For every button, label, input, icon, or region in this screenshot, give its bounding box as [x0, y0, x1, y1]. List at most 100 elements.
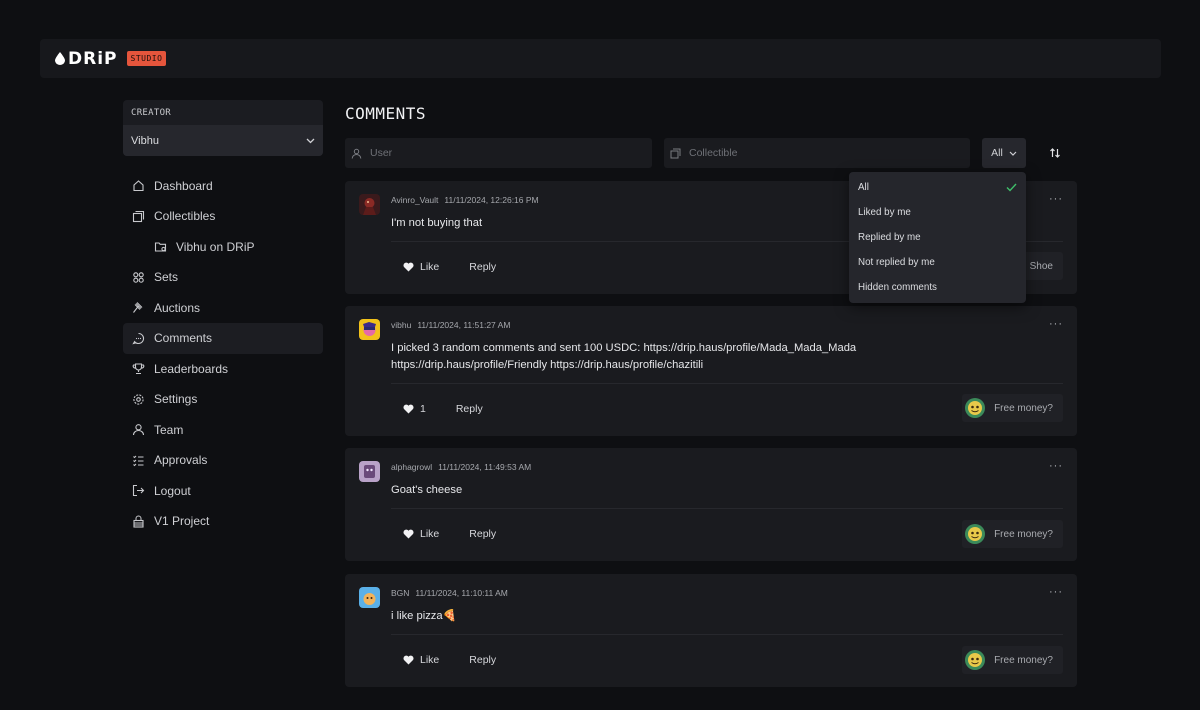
comment-meta: BGN 11/11/2024, 11:10:11 AM: [391, 588, 508, 598]
sidebar-item-label: Settings: [154, 392, 198, 406]
chevron-down-icon: [306, 138, 315, 143]
option-label: Hidden comments: [858, 282, 937, 293]
comment-username[interactable]: Avinro_Vault: [391, 195, 438, 205]
reply-button[interactable]: Reply: [469, 654, 496, 666]
sidebar-item-leaderboards[interactable]: Leaderboards: [123, 353, 323, 384]
like-button[interactable]: Like: [403, 654, 439, 666]
sidebar-item-vibhu-on-drip[interactable]: Vibhu on DRiP: [123, 231, 323, 262]
option-label: Liked by me: [858, 207, 911, 218]
sort-icon: [1050, 148, 1060, 158]
avatar[interactable]: [359, 461, 380, 482]
collectible-name: Shoe: [1029, 260, 1053, 272]
heart-icon: [403, 262, 414, 272]
filter-option-all[interactable]: All: [849, 175, 1026, 200]
avatar[interactable]: [359, 319, 380, 340]
sidebar-item-comments[interactable]: Comments: [123, 322, 323, 354]
filter-option-not-replied-by-me[interactable]: Not replied by me: [849, 250, 1026, 275]
sidebar-item-label: Leaderboards: [154, 361, 229, 376]
like-button[interactable]: Like: [403, 261, 439, 273]
filter-option-liked-by-me[interactable]: Liked by me: [849, 200, 1026, 225]
collectible-name: Free money?: [994, 528, 1053, 540]
collectible-chip[interactable]: Shoe: [1019, 252, 1063, 280]
sidebar-item-approvals[interactable]: Approvals: [123, 445, 323, 476]
gavel-icon: [132, 301, 145, 314]
more-options-button[interactable]: ···: [1049, 586, 1063, 598]
more-options-button[interactable]: ···: [1049, 460, 1063, 472]
comment-timestamp: 11/11/2024, 11:51:27 AM: [417, 320, 511, 330]
collectible-search-placeholder: Collectible: [689, 147, 738, 159]
filter-dropdown-menu: All Liked by me Replied by me Not replie…: [849, 172, 1026, 303]
collectible-chip[interactable]: Free money?: [962, 646, 1063, 674]
comment-text: i like pizza🍕: [391, 610, 457, 622]
sidebar-item-sets[interactable]: Sets: [123, 262, 323, 293]
sort-button[interactable]: [1046, 144, 1064, 162]
filter-select[interactable]: All: [982, 138, 1026, 168]
option-label: Replied by me: [858, 232, 921, 243]
avatar[interactable]: [359, 587, 380, 608]
collectible-name: Free money?: [994, 654, 1053, 666]
collectible-thumbnail: [965, 398, 986, 418]
comment-card: vibhu 11/11/2024, 11:51:27 AM ··· I picke…: [345, 306, 1077, 436]
like-button[interactable]: 1: [403, 403, 426, 415]
drip-logo[interactable]: DRiP: [55, 49, 118, 69]
creator-dropdown[interactable]: Vibhu: [123, 125, 323, 156]
comment-username[interactable]: alphagrowl: [391, 462, 432, 472]
logo-text: DRiP: [68, 48, 118, 69]
comment-icon: [132, 332, 145, 345]
collectible-chip[interactable]: Free money?: [962, 520, 1063, 548]
filter-option-replied-by-me[interactable]: Replied by me: [849, 225, 1026, 250]
like-button[interactable]: Like: [403, 528, 439, 540]
sidebar-item-team[interactable]: Team: [123, 414, 323, 445]
comment-text: I picked 3 random comments and sent 100 …: [391, 342, 857, 371]
avatar[interactable]: [359, 194, 380, 215]
collectibles-icon: [132, 210, 145, 223]
more-options-button[interactable]: ···: [1049, 318, 1063, 330]
sidebar-item-label: Team: [154, 422, 184, 437]
collectible-name: Free money?: [994, 402, 1053, 414]
collectible-chip[interactable]: Free money?: [962, 394, 1063, 422]
user-search-placeholder: User: [370, 147, 393, 159]
heart-icon: [403, 404, 414, 414]
comment-actions: Like Reply: [403, 528, 496, 540]
sidebar-item-label: Logout: [154, 483, 191, 498]
lock-icon: [132, 515, 145, 528]
sidebar-item-label: Auctions: [154, 300, 201, 315]
sidebar-item-v1-project[interactable]: V1 Project: [123, 506, 323, 537]
page-title: COMMENTS: [345, 104, 427, 123]
heart-icon: [403, 655, 414, 665]
comment-timestamp: 11/11/2024, 11:10:11 AM: [415, 588, 508, 598]
comment-username[interactable]: vibhu: [391, 320, 411, 330]
like-label: Like: [420, 261, 440, 273]
checklist-icon: [132, 454, 145, 467]
user-icon: [351, 148, 362, 159]
user-search-input[interactable]: User: [345, 138, 652, 168]
sidebar-item-collectibles[interactable]: Collectibles: [123, 201, 323, 232]
sidebar-item-auctions[interactable]: Auctions: [123, 292, 323, 323]
creator-selector: CREATOR Vibhu: [123, 100, 323, 156]
comment-actions: 1 Reply: [403, 403, 483, 415]
collectibles-icon: [670, 148, 681, 158]
comment-username[interactable]: BGN: [391, 588, 409, 598]
reply-button[interactable]: Reply: [469, 261, 496, 273]
filter-value: All: [991, 147, 1003, 159]
more-options-button[interactable]: ···: [1049, 193, 1063, 205]
sidebar-item-logout[interactable]: Logout: [123, 475, 323, 506]
collectible-search-input[interactable]: Collectible: [664, 138, 970, 168]
reply-button[interactable]: Reply: [456, 403, 483, 415]
user-icon: [132, 423, 145, 436]
collectible-thumbnail: [965, 524, 986, 544]
top-bar: DRiP STUDIO: [40, 39, 1161, 78]
creator-label: CREATOR: [131, 108, 172, 118]
sidebar-item-dashboard[interactable]: Dashboard: [123, 170, 323, 201]
check-icon: [1006, 183, 1017, 192]
sidebar-item-settings[interactable]: Settings: [123, 384, 323, 415]
comment-actions: Like Reply: [403, 654, 496, 666]
logout-icon: [132, 484, 145, 497]
studio-badge: STUDIO: [126, 51, 167, 66]
comment-card: alphagrowl 11/11/2024, 11:49:53 AM ··· Go…: [345, 448, 1077, 561]
sidebar-item-label: Dashboard: [154, 178, 213, 193]
divider: [391, 383, 1063, 384]
heart-icon: [403, 529, 414, 539]
filter-option-hidden-comments[interactable]: Hidden comments: [849, 275, 1026, 300]
reply-button[interactable]: Reply: [469, 528, 496, 540]
